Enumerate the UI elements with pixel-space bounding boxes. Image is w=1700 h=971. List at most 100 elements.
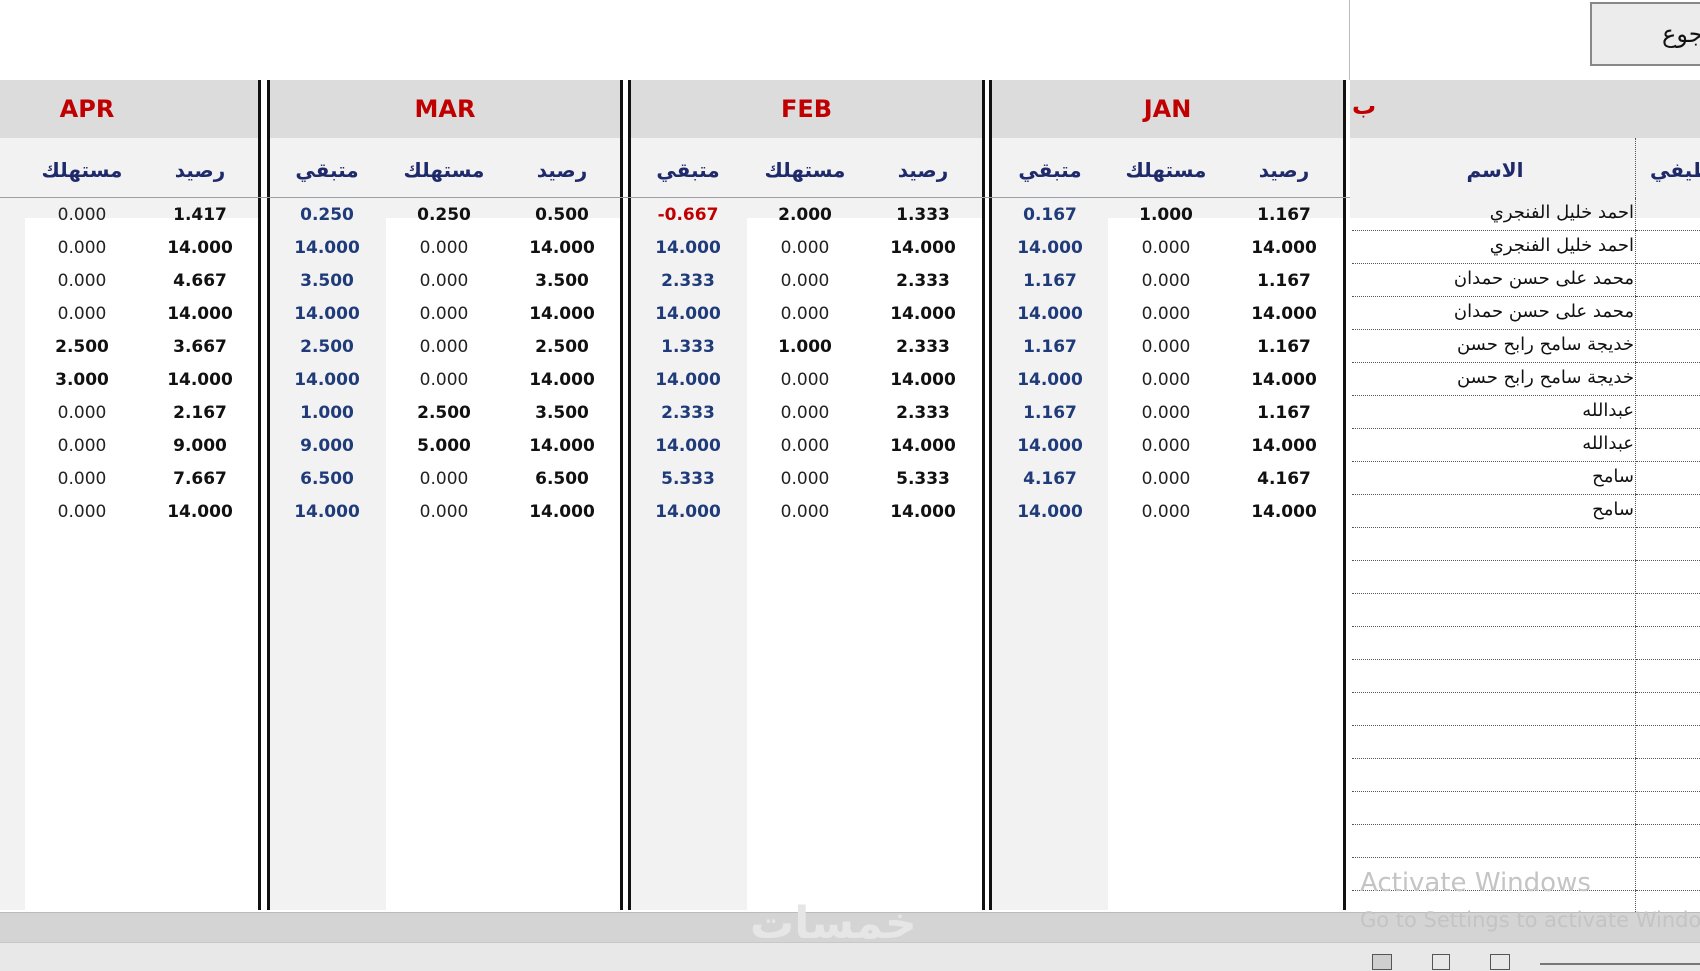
name-row: خديجة سامح رابح حسن bbox=[1352, 330, 1636, 363]
column-header-balance: رصيد bbox=[1258, 158, 1310, 182]
cell-jan-remaining: 14.000 bbox=[1017, 502, 1083, 522]
cell-jan-remaining: 1.167 bbox=[1023, 271, 1077, 291]
page-break-icon[interactable] bbox=[1490, 954, 1510, 970]
cell-feb-consumed: 2.000 bbox=[778, 205, 832, 225]
cell-apr-consumed: 0.000 bbox=[57, 403, 107, 423]
cell-mar-balance: 14.000 bbox=[529, 370, 595, 390]
cell-jan-remaining: 14.000 bbox=[1017, 304, 1083, 324]
job-cell bbox=[1636, 429, 1700, 462]
cell-mar-balance: 14.000 bbox=[529, 304, 595, 324]
cell-jan-balance: 14.000 bbox=[1251, 238, 1317, 258]
cell-apr-balance: 7.667 bbox=[173, 469, 227, 489]
cell-jan-balance: 4.167 bbox=[1257, 469, 1311, 489]
cell-apr-consumed: 3.000 bbox=[55, 370, 109, 390]
cell-jan-balance: 14.000 bbox=[1251, 436, 1317, 456]
cell-feb-remaining: 2.333 bbox=[661, 271, 715, 291]
cell-mar-consumed: 0.000 bbox=[419, 370, 469, 390]
name-row: سامح bbox=[1352, 495, 1636, 528]
block-border bbox=[258, 80, 261, 910]
column-shade bbox=[0, 138, 25, 910]
names-column-divider bbox=[1635, 198, 1636, 924]
zoom-slider[interactable] bbox=[1540, 963, 1700, 965]
month-title: APR bbox=[59, 95, 115, 123]
cell-mar-balance: 0.500 bbox=[535, 205, 589, 225]
cell-jan-consumed: 0.000 bbox=[1141, 502, 1191, 522]
name-row: احمد خليل الفنجري bbox=[1352, 231, 1636, 264]
name-row: محمد على حسن حمدان bbox=[1352, 297, 1636, 330]
job-cell bbox=[1636, 660, 1700, 693]
job-cell bbox=[1636, 363, 1700, 396]
job-cell bbox=[1636, 825, 1700, 858]
month-header: APR bbox=[0, 80, 258, 138]
cell-feb-balance: 14.000 bbox=[890, 238, 956, 258]
cell-feb-balance: 14.000 bbox=[890, 370, 956, 390]
cell-mar-consumed: 5.000 bbox=[417, 436, 471, 456]
cell-feb-consumed: 1.000 bbox=[778, 337, 832, 357]
cell-apr-balance: 2.167 bbox=[173, 403, 227, 423]
names-header-fragment: ب bbox=[1352, 92, 1377, 120]
column-header-remaining: متبقي bbox=[1018, 158, 1082, 182]
cell-mar-remaining: 14.000 bbox=[294, 238, 360, 258]
job-cell bbox=[1636, 462, 1700, 495]
name-row bbox=[1352, 528, 1636, 561]
cell-mar-consumed: 0.000 bbox=[419, 502, 469, 522]
cell-apr-balance: 14.000 bbox=[167, 304, 233, 324]
cell-jan-remaining: 1.167 bbox=[1023, 337, 1077, 357]
return-button-label: جوع bbox=[1662, 20, 1700, 48]
cell-mar-balance: 6.500 bbox=[535, 469, 589, 489]
cell-mar-remaining: 14.000 bbox=[294, 502, 360, 522]
cell-feb-remaining: 5.333 bbox=[661, 469, 715, 489]
cell-mar-remaining: 14.000 bbox=[294, 304, 360, 324]
cell-jan-remaining: 14.000 bbox=[1017, 370, 1083, 390]
cell-mar-remaining: 9.000 bbox=[300, 436, 354, 456]
cell-mar-remaining: 14.000 bbox=[294, 370, 360, 390]
job-cell bbox=[1636, 396, 1700, 429]
cell-mar-remaining: 1.000 bbox=[300, 403, 354, 423]
activate-windows-title: Activate Windows bbox=[1360, 868, 1591, 898]
column-header-consumed: مستهلك bbox=[764, 158, 846, 182]
name-row bbox=[1352, 759, 1636, 792]
column-header-balance: رصيد bbox=[174, 158, 226, 182]
cell-mar-remaining: 0.250 bbox=[300, 205, 354, 225]
job-cell bbox=[1636, 297, 1700, 330]
cell-mar-consumed: 0.250 bbox=[417, 205, 471, 225]
cell-apr-consumed: 0.000 bbox=[57, 502, 107, 522]
cell-jan-remaining: 4.167 bbox=[1023, 469, 1077, 489]
page-layout-icon[interactable] bbox=[1432, 954, 1450, 970]
cell-feb-consumed: 0.000 bbox=[780, 502, 830, 522]
job-cell bbox=[1636, 792, 1700, 825]
name-row bbox=[1352, 792, 1636, 825]
cell-feb-remaining: 14.000 bbox=[655, 436, 721, 456]
site-watermark: خمسات bbox=[750, 898, 917, 949]
cell-feb-consumed: 0.000 bbox=[780, 238, 830, 258]
cell-mar-balance: 14.000 bbox=[529, 436, 595, 456]
job-cell bbox=[1636, 528, 1700, 561]
cell-feb-consumed: 0.000 bbox=[780, 304, 830, 324]
name-row bbox=[1352, 561, 1636, 594]
cell-mar-balance: 14.000 bbox=[529, 502, 595, 522]
cell-apr-balance: 3.667 bbox=[173, 337, 227, 357]
cell-jan-consumed: 1.000 bbox=[1139, 205, 1193, 225]
column-header-consumed: مستهلك bbox=[41, 158, 123, 182]
cell-apr-consumed: 0.000 bbox=[57, 304, 107, 324]
cell-apr-consumed: 0.000 bbox=[57, 271, 107, 291]
sheet-divider bbox=[1349, 0, 1350, 80]
name-row bbox=[1352, 693, 1636, 726]
cell-jan-remaining: 0.167 bbox=[1023, 205, 1077, 225]
cell-feb-consumed: 0.000 bbox=[780, 469, 830, 489]
names-column-divider bbox=[1635, 138, 1636, 198]
normal-view-icon[interactable] bbox=[1372, 954, 1392, 970]
cell-mar-balance: 14.000 bbox=[529, 238, 595, 258]
cell-mar-consumed: 2.500 bbox=[417, 403, 471, 423]
job-cell bbox=[1636, 495, 1700, 528]
name-row bbox=[1352, 594, 1636, 627]
cell-apr-balance: 14.000 bbox=[167, 238, 233, 258]
cell-jan-consumed: 0.000 bbox=[1141, 271, 1191, 291]
cell-mar-remaining: 3.500 bbox=[300, 271, 354, 291]
cell-mar-balance: 3.500 bbox=[535, 271, 589, 291]
cell-apr-balance: 14.000 bbox=[167, 370, 233, 390]
column-header-remaining: متبقي bbox=[656, 158, 720, 182]
cell-apr-consumed: 0.000 bbox=[57, 205, 107, 225]
return-button[interactable]: جوع bbox=[1590, 2, 1700, 66]
name-row bbox=[1352, 660, 1636, 693]
